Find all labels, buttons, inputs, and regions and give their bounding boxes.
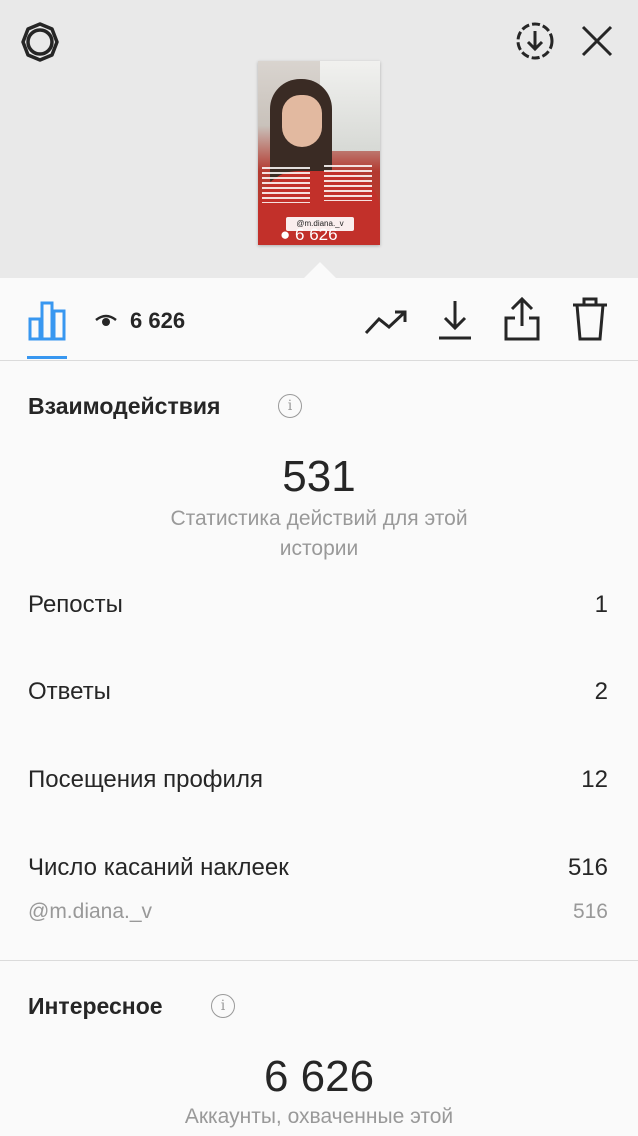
close-icon[interactable] xyxy=(576,20,618,62)
row-profile-visits-label: Посещения профиля xyxy=(28,766,263,793)
selection-caret xyxy=(304,262,336,278)
row-sticker-taps-label: Число касаний наклеек xyxy=(28,854,289,881)
save-icon[interactable] xyxy=(434,296,476,344)
sticker-mention-label: @m.diana._v xyxy=(28,900,153,923)
thumbnail-views: ● 6 626 xyxy=(280,225,338,244)
trending-icon[interactable] xyxy=(362,300,410,344)
interactions-info-icon[interactable]: i xyxy=(278,394,302,418)
eye-icon xyxy=(94,309,118,331)
interactions-total: 531 xyxy=(282,452,356,501)
row-replies-label: Ответы xyxy=(28,678,111,705)
settings-gear-icon[interactable] xyxy=(18,20,62,64)
section-divider xyxy=(0,960,638,961)
eye-icon: ● xyxy=(280,225,291,244)
row-reposts-label: Репосты xyxy=(28,591,123,618)
bar-chart-icon[interactable] xyxy=(26,296,70,344)
share-icon[interactable] xyxy=(500,294,544,344)
download-circle-icon[interactable] xyxy=(512,18,558,64)
sticker-mention-value: 516 xyxy=(572,900,608,923)
row-replies-value: 2 xyxy=(594,678,608,705)
interactions-title: Взаимодействия xyxy=(28,393,221,419)
row-sticker-taps-value: 516 xyxy=(567,854,608,881)
discovery-info-icon[interactable]: i xyxy=(211,994,235,1018)
discovery-title: Интересное xyxy=(28,993,163,1019)
trash-icon[interactable] xyxy=(568,294,612,344)
interactions-caption: Статистика действий для этой истории xyxy=(170,507,468,560)
row-profile-visits-value: 12 xyxy=(581,766,608,793)
row-reposts-value: 1 xyxy=(594,591,608,618)
active-tab-indicator xyxy=(27,356,67,359)
discovery-caption: Аккаунты, охваченные этой xyxy=(184,1105,454,1128)
discovery-total: 6 626 xyxy=(263,1052,375,1101)
views-count: 6 626 xyxy=(130,308,186,333)
story-thumbnail[interactable]: @m.diana._v ● 6 626 xyxy=(258,61,380,245)
